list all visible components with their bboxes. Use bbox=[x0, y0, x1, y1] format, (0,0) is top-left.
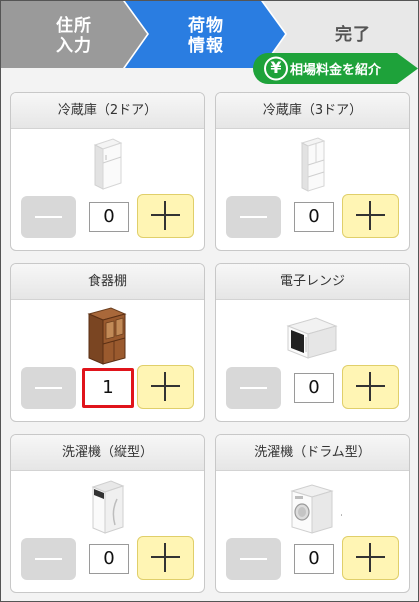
item-card-cupboard: 食器棚 1 bbox=[10, 263, 205, 422]
minus-icon bbox=[35, 216, 62, 218]
decrease-button[interactable] bbox=[226, 538, 281, 580]
increase-button[interactable] bbox=[342, 536, 399, 580]
step-complete-label: 完了 bbox=[335, 25, 371, 45]
decrease-button[interactable] bbox=[21, 538, 76, 580]
minus-icon bbox=[240, 216, 267, 218]
yen-icon: ¥ bbox=[270, 58, 282, 77]
item-name: 冷蔵庫（2ドア） bbox=[11, 93, 204, 129]
app-frame: 住所 入力 荷物 情報 完了 ¥ 相場料金を紹介 冷蔵庫（2ドア） 0 冷蔵庫（… bbox=[0, 0, 419, 602]
increase-button[interactable] bbox=[137, 536, 194, 580]
increase-button[interactable] bbox=[137, 365, 194, 409]
decrease-button[interactable] bbox=[21, 367, 76, 409]
quantity-field[interactable]: 0 bbox=[89, 202, 129, 232]
decrease-button[interactable] bbox=[226, 196, 281, 238]
washer-drum-icon bbox=[290, 484, 342, 534]
cupboard-icon bbox=[87, 307, 127, 365]
quantity-field[interactable]: 0 bbox=[89, 544, 129, 574]
decrease-button[interactable] bbox=[226, 367, 281, 409]
minus-icon bbox=[240, 387, 267, 389]
item-name: 電子レンジ bbox=[216, 264, 409, 300]
fridge-3door-icon bbox=[300, 137, 326, 192]
increase-button[interactable] bbox=[342, 365, 399, 409]
washer-vertical-icon bbox=[91, 480, 125, 534]
item-name: 冷蔵庫（3ドア） bbox=[216, 93, 409, 129]
item-card-fridge-3door: 冷蔵庫（3ドア） 0 bbox=[215, 92, 410, 251]
item-card-washer-vertical: 洗濯機（縦型） 0 bbox=[10, 434, 205, 593]
price-quote-button[interactable]: ¥ 相場料金を紹介 bbox=[253, 53, 418, 84]
quantity-field[interactable]: 0 bbox=[294, 202, 334, 232]
item-name: 洗濯機（ドラム型） bbox=[216, 435, 409, 471]
increase-button[interactable] bbox=[137, 194, 194, 238]
decrease-button[interactable] bbox=[21, 196, 76, 238]
quantity-field[interactable]: 0 bbox=[294, 544, 334, 574]
minus-icon bbox=[35, 558, 62, 560]
item-name: 食器棚 bbox=[11, 264, 204, 300]
item-card-fridge-2door: 冷蔵庫（2ドア） 0 bbox=[10, 92, 205, 251]
item-card-microwave: 電子レンジ 0 bbox=[215, 263, 410, 422]
step-items-label: 荷物 情報 bbox=[188, 16, 224, 56]
microwave-icon bbox=[286, 317, 338, 359]
quote-button-label: 相場料金を紹介 bbox=[290, 63, 382, 78]
minus-icon bbox=[240, 558, 267, 560]
quantity-field[interactable]: 1 bbox=[82, 368, 134, 408]
quantity-field[interactable]: 0 bbox=[294, 373, 334, 403]
fridge-2door-icon bbox=[93, 138, 123, 190]
minus-icon bbox=[35, 387, 62, 389]
increase-button[interactable] bbox=[342, 194, 399, 238]
item-card-washer-drum: 洗濯機（ドラム型） 0 bbox=[215, 434, 410, 593]
item-name: 洗濯機（縦型） bbox=[11, 435, 204, 471]
step-address-label: 住所 入力 bbox=[56, 16, 92, 56]
